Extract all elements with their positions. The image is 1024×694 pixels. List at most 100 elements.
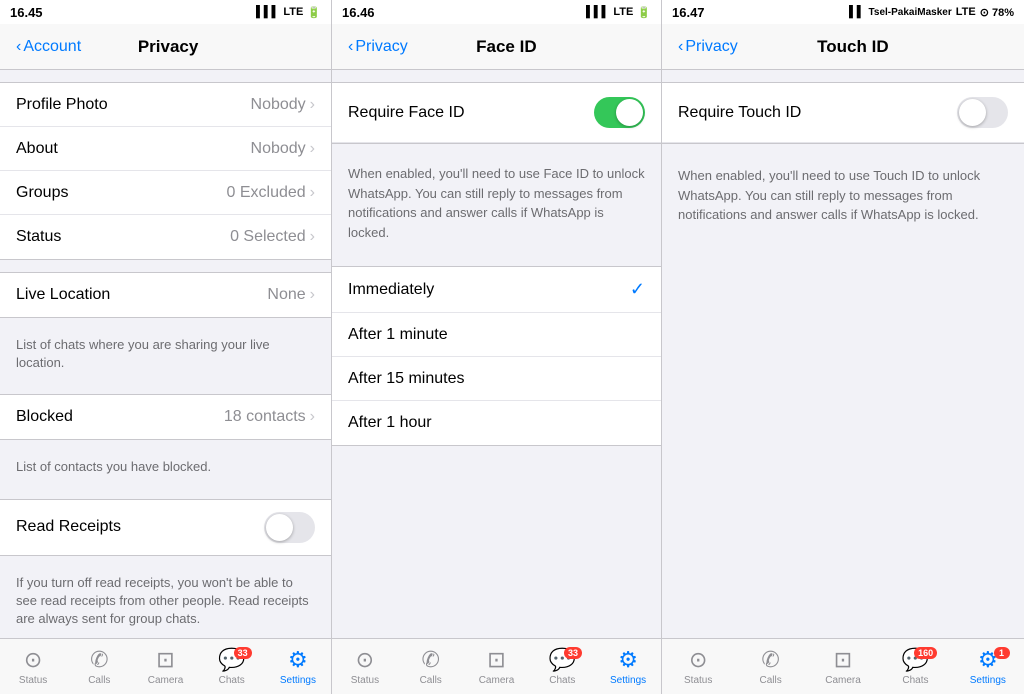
tab-chats-mid[interactable]: 💬 Chats 33 (529, 647, 595, 686)
tab-camera-right[interactable]: ⊡ Camera (807, 647, 879, 686)
status-chevron: › (310, 228, 315, 246)
back-label-mid[interactable]: Privacy (355, 38, 407, 56)
status-bar-mid: 16.46 ▌▌▌ LTE 🔋 (332, 0, 661, 24)
groups-row[interactable]: Groups 0 Excluded › (0, 171, 331, 215)
option-15min[interactable]: After 15 minutes (332, 357, 661, 401)
tab-status-mid[interactable]: ⊙ Status (332, 647, 398, 686)
back-label-right[interactable]: Privacy (685, 38, 737, 56)
time-mid: 16.46 (342, 5, 375, 20)
tab-settings-right[interactable]: ⚙ Settings 1 (952, 647, 1024, 686)
back-chevron-mid: ‹ (348, 38, 353, 56)
blocked-text: 18 contacts (224, 408, 306, 426)
nav-bar-right: ‹ Privacy Touch ID (662, 24, 1024, 70)
back-button-mid[interactable]: ‹ Privacy (348, 38, 408, 56)
back-label-left[interactable]: Account (23, 38, 81, 56)
status-icon-mid: ⊙ (356, 647, 374, 673)
tab-calls-mid[interactable]: ✆ Calls (398, 647, 464, 686)
status-label-mid: Status (351, 675, 379, 686)
option-1min[interactable]: After 1 minute (332, 313, 661, 357)
tab-chats-left[interactable]: 💬 Chats 33 (199, 647, 265, 686)
blocked-chevron: › (310, 408, 315, 426)
touchid-content: Require Touch ID When enabled, you'll ne… (662, 70, 1024, 638)
calls-label-mid: Calls (420, 675, 442, 686)
status-row[interactable]: Status 0 Selected › (0, 215, 331, 259)
tab-camera-mid[interactable]: ⊡ Camera (464, 647, 530, 686)
profile-photo-text: Nobody (251, 96, 306, 114)
live-location-value: None › (267, 286, 315, 304)
live-location-group: Live Location None › (0, 272, 331, 318)
signal-icon-right: ▌▌ (849, 6, 865, 18)
groups-chevron: › (310, 184, 315, 202)
time-right: 16.47 (672, 5, 705, 20)
touchid-description: When enabled, you'll need to use Touch I… (662, 156, 1024, 237)
require-faceid-toggle[interactable] (594, 97, 645, 128)
camera-icon-left: ⊡ (156, 647, 174, 673)
live-location-label: Live Location (16, 286, 110, 304)
back-chevron-left: ‹ (16, 38, 21, 56)
tab-chats-right[interactable]: 💬 Chats 160 (879, 647, 951, 686)
profile-photo-row[interactable]: Profile Photo Nobody › (0, 83, 331, 127)
option-1min-label: After 1 minute (348, 326, 448, 344)
time-left: 16.45 (10, 5, 43, 20)
settings-badge-right: 1 (994, 647, 1010, 659)
camera-icon-right: ⊡ (834, 647, 852, 673)
read-receipts-group: Read Receipts (0, 499, 331, 556)
option-immediately-label: Immediately (348, 281, 434, 299)
status-bar-left: 16.45 ▌▌▌ LTE 🔋 (0, 0, 331, 24)
about-value: Nobody › (251, 140, 315, 158)
live-location-row[interactable]: Live Location None › (0, 273, 331, 317)
chats-badge-left: 33 (234, 647, 252, 659)
tab-settings-mid[interactable]: ⚙ Settings (595, 647, 661, 686)
status-icons-left: ▌▌▌ LTE 🔋 (256, 6, 321, 19)
require-touchid-row: Require Touch ID (662, 83, 1024, 143)
tab-calls-right[interactable]: ✆ Calls (734, 647, 806, 686)
nav-bar-left: ‹ Account Privacy (0, 24, 331, 70)
option-1hour[interactable]: After 1 hour (332, 401, 661, 445)
blocked-group: Blocked 18 contacts › (0, 394, 331, 440)
read-receipts-toggle[interactable] (264, 512, 315, 543)
status-text: 0 Selected (230, 228, 306, 246)
about-chevron: › (310, 140, 315, 158)
tab-status-left[interactable]: ⊙ Status (0, 647, 66, 686)
chats-label-right: Chats (902, 675, 928, 686)
about-label: About (16, 140, 58, 158)
blocked-label: Blocked (16, 408, 73, 426)
status-icon-left: ⊙ (24, 647, 42, 673)
tab-camera-left[interactable]: ⊡ Camera (132, 647, 198, 686)
settings-label-left: Settings (280, 675, 316, 686)
status-icons-mid: ▌▌▌ LTE 🔋 (586, 6, 651, 19)
back-button-left[interactable]: ‹ Account (16, 38, 81, 56)
tab-status-right[interactable]: ⊙ Status (662, 647, 734, 686)
nav-bar-mid: ‹ Privacy Face ID (332, 24, 661, 70)
lte-label-mid: LTE (613, 6, 633, 18)
back-button-right[interactable]: ‹ Privacy (678, 38, 738, 56)
privacy-panel: 16.45 ▌▌▌ LTE 🔋 ‹ Account Privacy Profil… (0, 0, 332, 694)
back-chevron-right: ‹ (678, 38, 683, 56)
privacy-content: Profile Photo Nobody › About Nobody › Gr… (0, 70, 331, 638)
profile-photo-label: Profile Photo (16, 96, 108, 114)
calls-label-left: Calls (88, 675, 110, 686)
blocked-row[interactable]: Blocked 18 contacts › (0, 395, 331, 439)
settings-label-right: Settings (970, 675, 1006, 686)
camera-label-right: Camera (825, 675, 861, 686)
profile-photo-value: Nobody › (251, 96, 315, 114)
signal-icon-left: ▌▌▌ (256, 6, 279, 18)
chats-label-mid: Chats (549, 675, 575, 686)
option-immediately[interactable]: Immediately ✓ (332, 267, 661, 313)
carrier-right: Tsel-PakaiMasker (869, 7, 952, 18)
status-label: Status (16, 228, 61, 246)
signal-icon-mid: ▌▌▌ (586, 6, 609, 18)
calls-icon-mid: ✆ (421, 647, 439, 673)
tab-settings-left[interactable]: ⚙ Settings (265, 647, 331, 686)
require-faceid-label: Require Face ID (348, 104, 465, 122)
groups-value: 0 Excluded › (227, 184, 316, 202)
require-touchid-toggle[interactable] (957, 97, 1008, 128)
read-receipts-row: Read Receipts (0, 500, 331, 555)
about-row[interactable]: About Nobody › (0, 127, 331, 171)
live-location-description: List of chats where you are sharing your… (0, 330, 331, 382)
option-1hour-label: After 1 hour (348, 414, 432, 432)
status-icons-right: ▌▌ Tsel-PakaiMasker LTE ⊙ 78% (849, 6, 1014, 19)
tab-calls-left[interactable]: ✆ Calls (66, 647, 132, 686)
nav-title-mid: Face ID (476, 37, 536, 57)
lte-label-right: LTE (956, 6, 976, 18)
